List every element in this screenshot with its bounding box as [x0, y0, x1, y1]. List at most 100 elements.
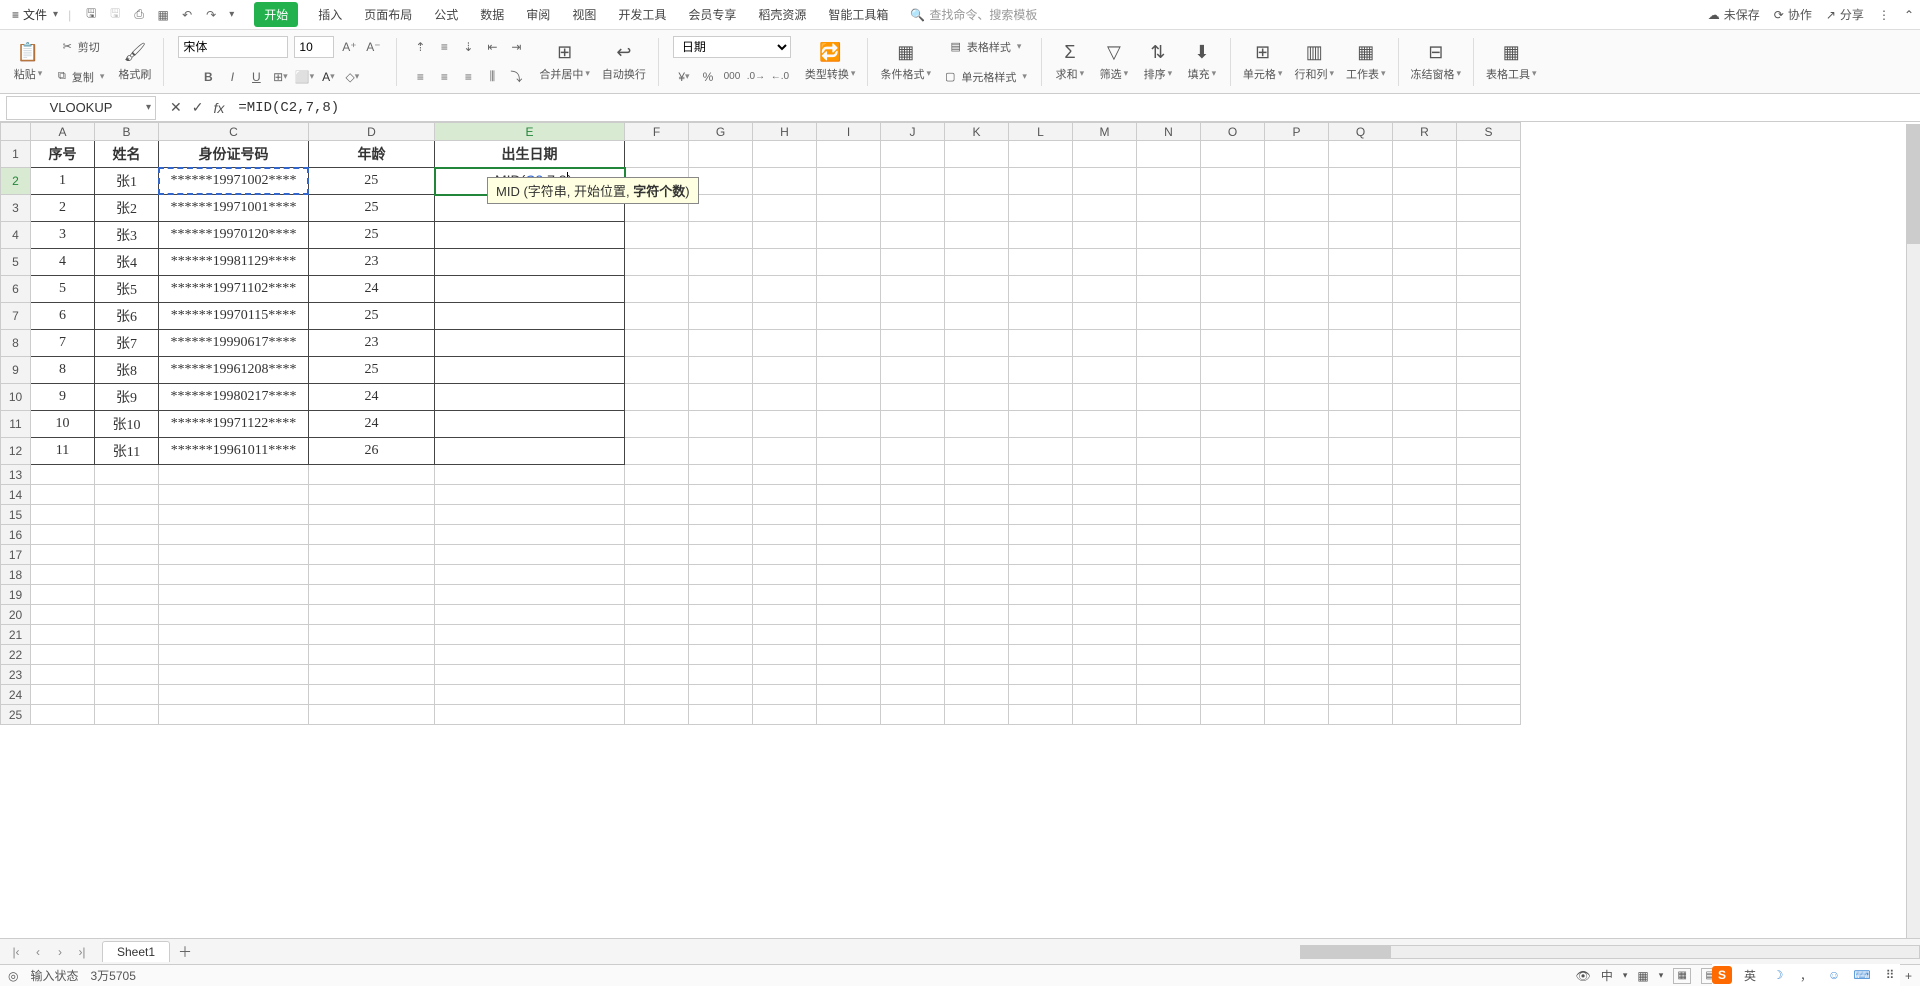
cell[interactable] [689, 276, 753, 303]
freeze-button[interactable]: ⊟冻结窗格▾ [1407, 42, 1466, 82]
row-header[interactable]: 13 [1, 465, 31, 485]
cell[interactable] [159, 665, 309, 685]
cell[interactable] [1393, 168, 1457, 195]
cell[interactable]: 姓名 [95, 141, 159, 168]
cell[interactable] [435, 625, 625, 645]
cell[interactable] [95, 485, 159, 505]
cell[interactable] [1137, 665, 1201, 685]
cell[interactable] [1457, 330, 1521, 357]
cell[interactable] [1201, 276, 1265, 303]
cell[interactable] [1073, 303, 1137, 330]
cell[interactable] [625, 705, 689, 725]
cell[interactable]: 2 [31, 195, 95, 222]
column-header[interactable]: J [881, 123, 945, 141]
cell[interactable] [689, 685, 753, 705]
cell[interactable] [1009, 276, 1073, 303]
cell[interactable] [753, 665, 817, 685]
cell[interactable] [945, 485, 1009, 505]
cell[interactable] [1393, 276, 1457, 303]
cell[interactable] [881, 168, 945, 195]
cell[interactable] [1073, 585, 1137, 605]
cell[interactable] [1137, 705, 1201, 725]
column-header[interactable]: S [1457, 123, 1521, 141]
cell[interactable] [95, 465, 159, 485]
worksheet-button[interactable]: ▦工作表▾ [1342, 42, 1390, 82]
cell[interactable]: ******19971122**** [159, 411, 309, 438]
cell[interactable] [881, 438, 945, 465]
cell[interactable] [1137, 465, 1201, 485]
cell[interactable] [159, 585, 309, 605]
column-header[interactable]: R [1393, 123, 1457, 141]
cell[interactable] [625, 141, 689, 168]
cell[interactable] [1329, 330, 1393, 357]
cell[interactable] [1137, 605, 1201, 625]
column-header[interactable]: Q [1329, 123, 1393, 141]
cell[interactable] [435, 384, 625, 411]
cell[interactable] [689, 411, 753, 438]
cell[interactable] [1393, 249, 1457, 276]
cell[interactable] [881, 545, 945, 565]
cell[interactable] [1073, 357, 1137, 384]
cell[interactable] [435, 565, 625, 585]
cell[interactable] [817, 605, 881, 625]
number-format-combo[interactable]: 日期 [673, 36, 791, 58]
cell[interactable] [309, 525, 435, 545]
cell[interactable]: 6 [31, 303, 95, 330]
cell[interactable] [1009, 685, 1073, 705]
cell[interactable]: 序号 [31, 141, 95, 168]
cell[interactable] [817, 141, 881, 168]
cell[interactable] [689, 465, 753, 485]
cell[interactable] [689, 585, 753, 605]
cell[interactable]: 年龄 [309, 141, 435, 168]
cell[interactable] [31, 505, 95, 525]
cell[interactable] [945, 605, 1009, 625]
cell[interactable]: ******19961208**** [159, 357, 309, 384]
cell[interactable] [1265, 485, 1329, 505]
underline-icon[interactable]: U [247, 68, 265, 86]
cell[interactable] [435, 303, 625, 330]
cell[interactable] [95, 645, 159, 665]
cell[interactable] [625, 249, 689, 276]
cell[interactable] [1073, 645, 1137, 665]
cell[interactable] [1009, 665, 1073, 685]
cell[interactable] [881, 249, 945, 276]
cell[interactable] [309, 585, 435, 605]
cell[interactable]: 24 [309, 384, 435, 411]
cell[interactable] [689, 645, 753, 665]
cell[interactable] [1009, 330, 1073, 357]
cell[interactable] [1073, 545, 1137, 565]
cell[interactable] [435, 438, 625, 465]
cell[interactable] [1329, 545, 1393, 565]
cell[interactable] [625, 276, 689, 303]
cell[interactable] [309, 505, 435, 525]
cell[interactable] [1201, 411, 1265, 438]
cell[interactable] [753, 485, 817, 505]
cell[interactable] [753, 525, 817, 545]
tab-home[interactable]: 开始 [254, 2, 298, 27]
column-header[interactable]: B [95, 123, 159, 141]
cell[interactable] [689, 665, 753, 685]
cell[interactable] [1201, 705, 1265, 725]
cell[interactable] [1137, 505, 1201, 525]
cell[interactable]: 25 [309, 303, 435, 330]
cell[interactable] [817, 485, 881, 505]
cell[interactable]: ******19971001**** [159, 195, 309, 222]
filter-button[interactable]: ▽筛选▾ [1094, 42, 1134, 82]
cell[interactable] [753, 276, 817, 303]
cell[interactable] [1073, 222, 1137, 249]
column-header[interactable]: M [1073, 123, 1137, 141]
cell[interactable] [1457, 249, 1521, 276]
cell-style-button[interactable]: ▢单元格样式▾ [945, 64, 1027, 90]
cell[interactable] [1393, 685, 1457, 705]
cell[interactable] [881, 276, 945, 303]
unsaved-indicator[interactable]: ☁未保存 [1708, 6, 1760, 23]
row-header[interactable]: 10 [1, 384, 31, 411]
cell[interactable] [1009, 525, 1073, 545]
cell[interactable] [753, 168, 817, 195]
row-header[interactable]: 7 [1, 303, 31, 330]
cell[interactable] [1073, 525, 1137, 545]
cell[interactable] [159, 625, 309, 645]
cell[interactable] [31, 605, 95, 625]
cell[interactable] [945, 625, 1009, 645]
cell[interactable] [881, 384, 945, 411]
